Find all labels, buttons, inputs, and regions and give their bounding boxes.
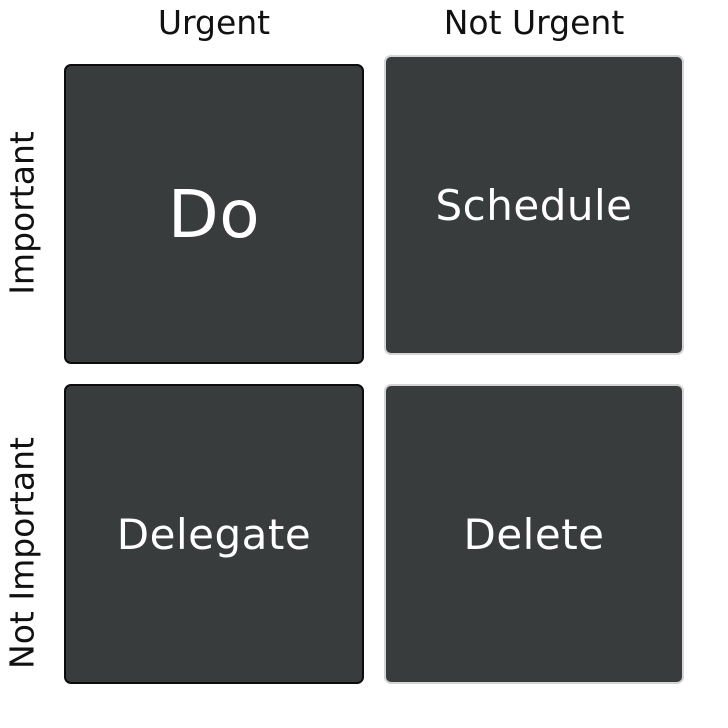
quadrant-delegate: Delegate bbox=[64, 384, 364, 684]
quadrant-schedule: Schedule bbox=[384, 55, 684, 355]
column-header-not-urgent: Not Urgent bbox=[443, 3, 625, 42]
quadrant-do-label: Do bbox=[167, 175, 261, 253]
quadrant-delete-label: Delete bbox=[463, 509, 605, 559]
quadrant-delegate-label: Delegate bbox=[116, 509, 312, 559]
row-header-not-important: Not Important bbox=[2, 437, 42, 669]
column-header-urgent: Urgent bbox=[157, 3, 271, 42]
row-header-important: Important bbox=[2, 131, 42, 295]
quadrant-schedule-label: Schedule bbox=[435, 180, 633, 230]
quadrant-delete: Delete bbox=[384, 384, 684, 684]
quadrant-do: Do bbox=[64, 64, 364, 364]
